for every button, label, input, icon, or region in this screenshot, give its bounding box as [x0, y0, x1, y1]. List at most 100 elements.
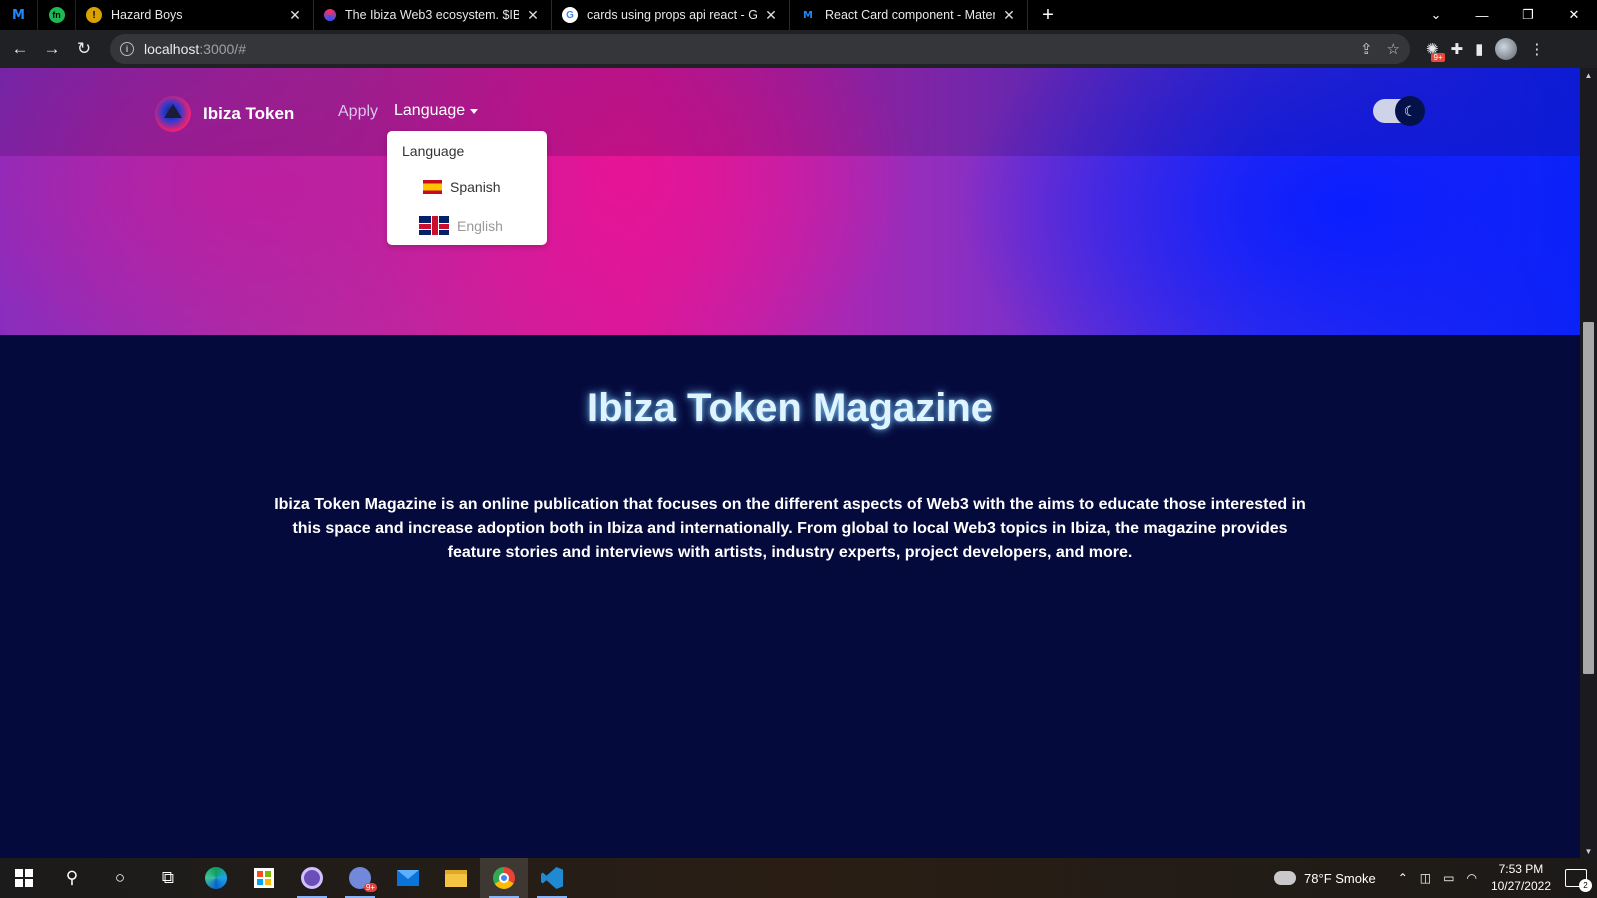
hero-banner: Ibiza Token Apply Language ☾ Language Sp… [0, 68, 1580, 335]
tab-title: cards using props api react - Goo [587, 8, 757, 22]
profile-avatar[interactable] [1495, 38, 1518, 60]
restore-button[interactable]: ❐ [1505, 0, 1551, 30]
vscode-app-icon[interactable] [528, 858, 576, 898]
extension-icon[interactable]: ✺ 9+ [1426, 40, 1445, 62]
weather-text[interactable]: 78°F Smoke [1304, 871, 1376, 886]
new-tab-button[interactable]: + [1028, 0, 1068, 30]
browser-tab[interactable]: M React Card component - Material ✕ [790, 0, 1028, 30]
extensions-puzzle-icon[interactable]: ✚ [1451, 40, 1464, 58]
browser-tab[interactable]: The Ibiza Web3 ecosystem. $IBZ ✕ [314, 0, 552, 30]
back-button[interactable]: ← [4, 33, 36, 65]
scroll-up-arrow-icon[interactable]: ▲ [1580, 68, 1597, 82]
browser-toolbar: ← → ↻ i localhost:3000/# ⇪ ☆ ✺ 9+ ✚ ▮ ⋮ [0, 30, 1597, 68]
edge-icon [205, 867, 227, 889]
eclipse-app-icon[interactable] [288, 858, 336, 898]
clock-date: 10/27/2022 [1490, 879, 1551, 893]
close-tab-icon[interactable]: ✕ [763, 7, 779, 24]
store-app-icon[interactable] [240, 858, 288, 898]
browser-tab[interactable]: G cards using props api react - Goo ✕ [552, 0, 790, 30]
language-option-spanish[interactable]: Spanish [423, 179, 501, 195]
chrome-app-icon[interactable] [480, 858, 528, 898]
ibiza-token-logo [155, 96, 191, 132]
discord-app-icon[interactable]: 9+ [336, 858, 384, 898]
close-tab-icon[interactable]: ✕ [1001, 7, 1017, 24]
wifi-icon[interactable]: ◠ [1466, 871, 1476, 885]
discord-badge: 9+ [363, 883, 377, 892]
window-controls: ⌄ — ❐ ✕ [1413, 0, 1597, 30]
tab-search-icon[interactable]: ⌄ [1413, 0, 1459, 30]
caret-down-icon [470, 108, 479, 114]
bookmark-star-icon[interactable]: ☆ [1387, 40, 1400, 58]
store-icon [254, 868, 274, 888]
close-tab-icon[interactable]: ✕ [287, 7, 303, 24]
brand[interactable]: Ibiza Token [155, 96, 294, 132]
windows-logo-icon [15, 869, 33, 887]
chrome-icon [493, 867, 515, 889]
moon-icon: ☾ [1395, 96, 1425, 126]
theme-toggle[interactable]: ☾ [1373, 96, 1425, 126]
tab-title: The Ibiza Web3 ecosystem. $IBZ [345, 8, 519, 22]
google-favicon-icon: G [562, 7, 578, 23]
language-option-english[interactable]: English [419, 216, 503, 235]
reload-button[interactable]: ↻ [68, 33, 100, 65]
notification-count: 2 [1579, 879, 1592, 892]
mail-icon [397, 870, 419, 886]
spain-flag-icon [423, 180, 442, 194]
close-tab-icon[interactable]: ✕ [525, 7, 541, 24]
close-window-button[interactable]: ✕ [1551, 0, 1597, 30]
windows-taskbar: ⚲ ○ ⧉ 9+ 78°F Smoke ⌃ ◫ ▭ ◠ 7:53 PM 10/2… [0, 858, 1597, 898]
url-path: :3000/# [199, 41, 246, 57]
page-description: Ibiza Token Magazine is an online public… [274, 496, 1306, 561]
url-host: localhost [144, 41, 200, 57]
mail-app-icon[interactable] [384, 858, 432, 898]
scrollbar-thumb[interactable] [1583, 322, 1594, 674]
language-option-label: Spanish [450, 179, 501, 195]
scroll-down-arrow-icon[interactable]: ▼ [1580, 844, 1597, 858]
site-info-icon[interactable]: i [120, 42, 134, 56]
clock[interactable]: 7:53 PM 10/27/2022 [1491, 861, 1551, 895]
extension-badge: 9+ [1431, 53, 1445, 62]
fn-favicon-icon: fn [48, 7, 65, 23]
vscode-icon [541, 867, 563, 889]
show-hidden-icons-chevron-icon[interactable]: ⌃ [1398, 871, 1408, 885]
forward-button[interactable]: → [36, 33, 68, 65]
browser-tab[interactable]: ! Hazard Boys ✕ [76, 0, 314, 30]
minimize-button[interactable]: — [1459, 0, 1505, 30]
discord-icon: 9+ [349, 867, 377, 892]
vertical-scrollbar[interactable]: ▲ ▼ [1580, 68, 1597, 858]
brand-name: Ibiza Token [203, 104, 295, 123]
start-button[interactable] [0, 858, 48, 898]
language-dropdown-menu: Language Spanish English [387, 131, 547, 245]
language-label: Language [394, 102, 466, 119]
menu-kebab-icon[interactable]: ⋮ [1529, 40, 1544, 58]
language-dropdown-toggle[interactable]: Language [394, 102, 479, 120]
tab-title: React Card component - Material [825, 8, 995, 22]
pinned-tab-fn[interactable]: fn [38, 0, 76, 30]
mui-favicon-icon: M [803, 9, 813, 21]
site-navbar: Ibiza Token Apply Language ☾ [0, 68, 1580, 156]
browser-tab-strip: M fn ! Hazard Boys ✕ The Ibiza Web3 ecos… [0, 0, 1597, 30]
notification-center-icon[interactable]: 2 [1565, 869, 1592, 892]
share-icon[interactable]: ⇪ [1360, 40, 1373, 58]
system-tray: 78°F Smoke ⌃ ◫ ▭ ◠ 7:53 PM 10/27/2022 2 [1274, 861, 1597, 895]
edge-app-icon[interactable] [192, 858, 240, 898]
side-panel-icon[interactable]: ▮ [1475, 40, 1483, 58]
pinned-tab-mui[interactable]: M [0, 0, 38, 30]
search-icon[interactable]: ⚲ [48, 858, 96, 898]
address-bar[interactable]: i localhost:3000/# ⇪ ☆ [110, 34, 1410, 64]
mui-favicon-icon: M [12, 7, 25, 23]
clock-time: 7:53 PM [1498, 862, 1544, 876]
task-view-icon[interactable]: ⧉ [144, 858, 192, 898]
battery-icon[interactable]: ▭ [1443, 871, 1454, 885]
dropdown-header: Language [402, 143, 465, 159]
cortana-icon[interactable]: ○ [96, 858, 144, 898]
ibiza-favicon-icon [324, 9, 336, 21]
hazard-favicon-icon: ! [86, 7, 102, 23]
language-option-label: English [457, 217, 503, 234]
uk-flag-icon [419, 216, 449, 235]
meet-now-icon[interactable]: ◫ [1420, 871, 1431, 885]
nav-link-apply[interactable]: Apply [338, 103, 378, 121]
tab-title: Hazard Boys [111, 8, 183, 22]
file-explorer-app-icon[interactable] [432, 858, 480, 898]
weather-icon [1274, 865, 1297, 885]
